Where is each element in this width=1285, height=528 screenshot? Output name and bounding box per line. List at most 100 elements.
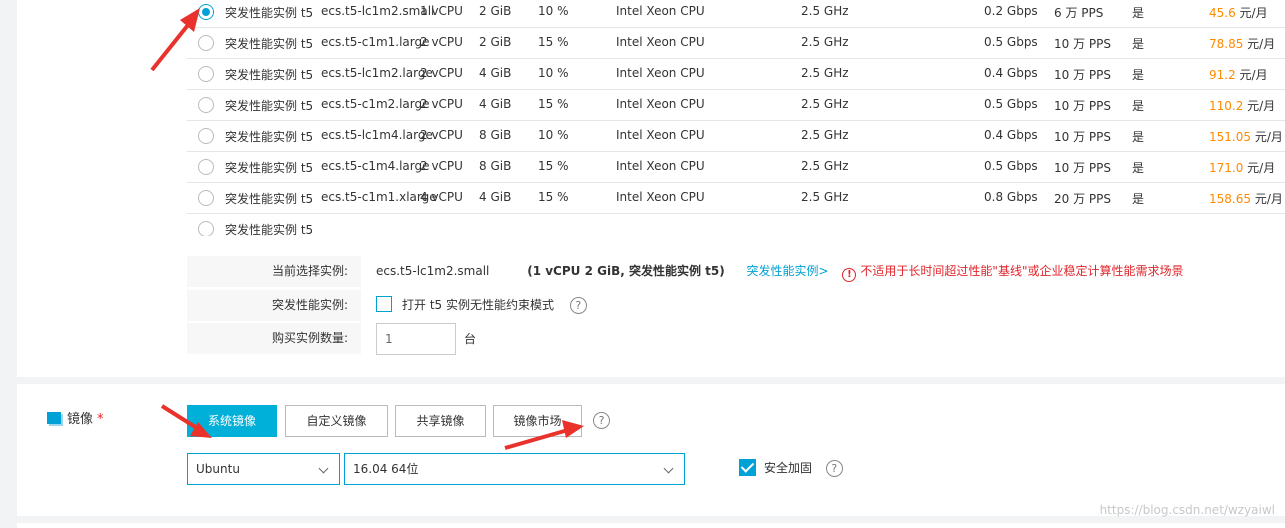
instance-price: 78.85 元/月 (1209, 35, 1275, 52)
instance-vcpu: 2 vCPU (420, 66, 463, 80)
current-instance-row: 当前选择实例: ecs.t5-lc1m2.small (1 vCPU 2 GiB… (187, 256, 1285, 289)
instance-baseline: 15 % (538, 190, 569, 204)
instance-radio[interactable] (198, 190, 214, 206)
instance-pps: 10 万 PPS (1054, 37, 1111, 51)
instance-price: 171.0 元/月 (1209, 159, 1275, 176)
tab-custom-image[interactable]: 自定义镜像 (285, 405, 388, 437)
instance-frequency: 2.5 GHz (801, 190, 849, 204)
security-checkbox[interactable] (739, 459, 756, 476)
quantity-input[interactable] (376, 323, 456, 355)
burst-mode-value: 打开 t5 实例无性能约束模式 ? (376, 290, 587, 321)
table-row[interactable]: 突发性能实例 t5 (187, 214, 1285, 236)
instance-baseline: 15 % (538, 35, 569, 49)
table-row[interactable]: 突发性能实例 t5 ecs.t5-lc1m2.small 1 vCPU 2 GiB 10… (187, 0, 1285, 28)
instance-cpu: Intel Xeon CPU (616, 159, 705, 173)
instance-table: 突发性能实例 t5 ecs.t5-lc1m2.small 1 vCPU 2 GiB 10… (187, 0, 1285, 236)
help-icon[interactable]: ? (569, 297, 587, 314)
instance-radio[interactable] (198, 159, 214, 175)
table-row[interactable]: 突发性能实例 t5 ecs.t5-lc1m4.large 2 vCPU 8 GiB 10… (187, 121, 1285, 152)
instance-frequency: 2.5 GHz (801, 4, 849, 18)
instance-family: 突发性能实例 t5 (225, 223, 314, 236)
instance-vcpu: 2 vCPU (420, 35, 463, 49)
quantity-unit: 台 (464, 332, 477, 346)
version-select-value: 16.04 64位 (353, 462, 419, 476)
instance-baseline: 10 % (538, 66, 569, 80)
instance-radio[interactable] (198, 4, 214, 20)
instance-memory: 4 GiB (479, 190, 512, 204)
os-select[interactable]: Ubuntu (187, 453, 340, 485)
instance-pps: 10 万 PPS (1054, 130, 1111, 144)
price-unit: 元/月 (1251, 192, 1283, 206)
instance-frequency: 2.5 GHz (801, 159, 849, 173)
warning-message: ! 不适用于长时间超过性能"基线"或企业稳定计算性能需求场景 (842, 264, 1184, 282)
price-amount: 78.85 (1209, 37, 1244, 51)
instance-vcpu: 2 vCPU (420, 97, 463, 111)
price-unit: 元/月 (1235, 68, 1268, 82)
instance-family: 突发性能实例 t5 (225, 37, 314, 51)
tab-shared-image[interactable]: 共享镜像 (395, 405, 486, 437)
instance-bandwidth: 0.5 Gbps (984, 159, 1038, 173)
security-help-icon[interactable]: ? (825, 460, 843, 477)
current-instance-value: ecs.t5-lc1m2.small (1 vCPU 2 GiB, 突发性能实例… (376, 256, 1183, 287)
instance-ipv6: 是 (1132, 192, 1145, 206)
table-row[interactable]: 突发性能实例 t5 ecs.t5-c1m1.xlarge 4 vCPU 4 GiB 15… (187, 183, 1285, 214)
instance-pps: 20 万 PPS (1054, 192, 1111, 206)
burst-mode-row: 突发性能实例: 打开 t5 实例无性能约束模式 ? (187, 290, 1285, 323)
instance-bandwidth: 0.2 Gbps (984, 4, 1038, 18)
instance-price: 91.2 元/月 (1209, 66, 1268, 83)
instance-radio[interactable] (198, 66, 214, 82)
price-unit: 元/月 (1243, 99, 1276, 113)
os-select-value: Ubuntu (196, 462, 240, 476)
instance-frequency: 2.5 GHz (801, 97, 849, 111)
instance-spec: ecs.t5-lc1m2.small (321, 4, 435, 18)
instance-baseline: 15 % (538, 97, 569, 111)
instance-radio[interactable] (198, 97, 214, 113)
table-row[interactable]: 突发性能实例 t5 ecs.t5-c1m1.large 2 vCPU 2 GiB 15 … (187, 28, 1285, 59)
version-select[interactable]: 16.04 64位 (344, 453, 685, 485)
tab-image-market[interactable]: 镜像市场 (493, 405, 582, 437)
instance-family: 突发性能实例 t5 (225, 68, 314, 82)
burst-instance-link[interactable]: 突发性能实例> (747, 264, 829, 278)
instance-radio[interactable] (198, 128, 214, 144)
instance-pps: 10 万 PPS (1054, 161, 1111, 175)
instance-radio[interactable] (198, 35, 214, 51)
price-amount: 158.65 (1209, 192, 1251, 206)
current-detail: (1 vCPU 2 GiB, 突发性能实例 t5) (527, 264, 725, 278)
instance-bandwidth: 0.4 Gbps (984, 66, 1038, 80)
instance-pps: 10 万 PPS (1054, 99, 1111, 113)
instance-cpu: Intel Xeon CPU (616, 66, 705, 80)
burst-mode-label: 突发性能实例: (187, 290, 361, 321)
instance-ipv6: 是 (1132, 68, 1145, 82)
price-unit: 元/月 (1243, 161, 1276, 175)
instance-frequency: 2.5 GHz (801, 128, 849, 142)
selection-summary: 当前选择实例: ecs.t5-lc1m2.small (1 vCPU 2 GiB… (187, 256, 1285, 355)
next-panel (17, 523, 1285, 528)
instance-memory: 8 GiB (479, 159, 512, 173)
instance-memory: 2 GiB (479, 35, 512, 49)
table-row[interactable]: 突发性能实例 t5 ecs.t5-c1m2.large 2 vCPU 4 GiB 15 … (187, 90, 1285, 121)
quantity-row: 购买实例数量: (187, 323, 1285, 356)
current-spec: ecs.t5-lc1m2.small (376, 264, 490, 278)
image-help-icon[interactable]: ? (593, 412, 610, 429)
warning-text: 不适用于长时间超过性能"基线"或企业稳定计算性能需求场景 (860, 264, 1184, 278)
instance-cpu: Intel Xeon CPU (616, 97, 705, 111)
tab-system-image[interactable]: 系统镜像 (187, 405, 277, 437)
instance-vcpu: 2 vCPU (420, 128, 463, 142)
instance-radio[interactable] (198, 221, 214, 236)
instance-memory: 4 GiB (479, 97, 512, 111)
instance-ipv6: 是 (1132, 161, 1145, 175)
instance-ipv6: 是 (1132, 6, 1145, 20)
table-row[interactable]: 突发性能实例 t5 ecs.t5-c1m4.large 2 vCPU 8 GiB 15 … (187, 152, 1285, 183)
instance-vcpu: 2 vCPU (420, 159, 463, 173)
warning-icon: ! (842, 268, 857, 282)
instance-cpu: Intel Xeon CPU (616, 190, 705, 204)
table-row[interactable]: 突发性能实例 t5 ecs.t5-lc1m2.large 2 vCPU 4 GiB 10… (187, 59, 1285, 90)
instance-price: 110.2 元/月 (1209, 97, 1275, 114)
instance-frequency: 2.5 GHz (801, 35, 849, 49)
price-amount: 91.2 (1209, 68, 1236, 82)
security-hardening[interactable]: 安全加固 ? (739, 459, 843, 477)
instance-pps: 10 万 PPS (1054, 68, 1111, 82)
instance-family: 突发性能实例 t5 (225, 161, 314, 175)
unlimited-mode-checkbox[interactable] (376, 296, 392, 312)
instance-spec: ecs.t5-c1m1.large (321, 35, 430, 49)
